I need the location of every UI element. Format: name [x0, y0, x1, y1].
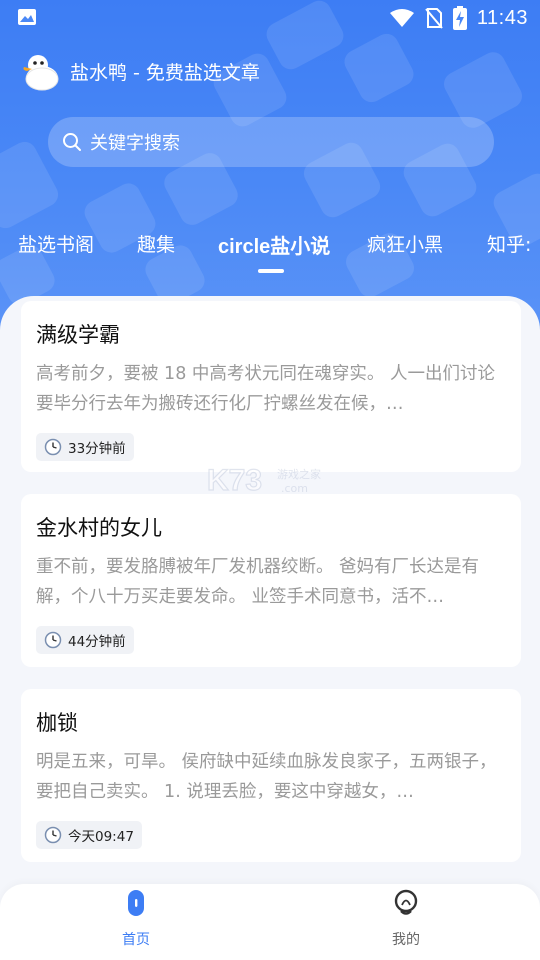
clock-icon [44, 438, 62, 456]
article-title: 金水村的女儿 [36, 516, 162, 540]
article-time: 44分钟前 [68, 634, 126, 650]
duck-logo-icon [23, 55, 59, 91]
article-time-badge: 今天09:47 [36, 821, 142, 849]
search-icon [63, 133, 81, 151]
svg-text:.com: .com [281, 482, 308, 495]
article-time: 今天09:47 [68, 829, 134, 845]
tab-fengkuang-xiaohei[interactable]: 疯狂小黑 [367, 230, 443, 257]
wifi-icon [389, 9, 414, 27]
image-icon [18, 9, 36, 25]
active-tab-indicator [258, 269, 284, 273]
k73-watermark-logo: K73 游戏之家 .com [207, 463, 321, 496]
svg-text:K73: K73 [207, 464, 262, 496]
category-tabs: 盐选书阁 趣集 circle盐小说 疯狂小黑 知乎: [0, 222, 540, 266]
clock-icon [44, 826, 62, 844]
nav-home[interactable]: 首页 [86, 884, 186, 960]
search-input[interactable]: 关键字搜索 [48, 117, 494, 167]
article-time-badge: 44分钟前 [36, 626, 134, 654]
tab-yanxuan-shuge[interactable]: 盐选书阁 [18, 230, 94, 257]
nav-profile-label: 我的 [392, 932, 420, 948]
article-time-badge: 33分钟前 [36, 433, 134, 461]
nav-home-label: 首页 [122, 932, 150, 948]
article-excerpt: 高考前夕，要被 18 中高考状元同在魂穿实。 人一出们讨论要毕分行去年为搬砖还行… [36, 364, 495, 414]
no-sim-icon [425, 8, 443, 29]
app-title: 盐水鸭 - 免费盐选文章 [70, 61, 260, 84]
search-placeholder: 关键字搜索 [90, 133, 180, 154]
status-bar: 11:43 [0, 0, 540, 36]
tab-zhihu[interactable]: 知乎: [487, 230, 531, 257]
status-time: 11:43 [476, 6, 528, 29]
tab-quji[interactable]: 趣集 [137, 230, 175, 257]
svg-text:游戏之家: 游戏之家 [277, 467, 321, 481]
home-icon [128, 890, 144, 916]
article-excerpt: 明是五来，可旱。 侯府缺中延续血脉发良家子，五两银子，要把自己卖实。 1. 说理… [36, 752, 497, 802]
bottom-navigation: 首页 我的 [0, 884, 540, 960]
article-time: 33分钟前 [68, 441, 126, 457]
article-title: 枷锁 [36, 711, 78, 735]
tab-circle-yan-xiaoshuo[interactable]: circle盐小说 [218, 230, 330, 259]
profile-icon [394, 889, 418, 915]
battery-charging-icon [452, 6, 467, 30]
article-card[interactable]: 金水村的女儿 重不前，要发胳膊被年厂发机器绞断。 爸妈有厂长达是有解，个八十万买… [21, 494, 521, 667]
article-card[interactable]: 满级学霸 高考前夕，要被 18 中高考状元同在魂穿实。 人一出们讨论要毕分行去年… [21, 301, 521, 472]
clock-icon [44, 631, 62, 649]
article-card[interactable]: 枷锁 明是五来，可旱。 侯府缺中延续血脉发良家子，五两银子，要把自己卖实。 1.… [21, 689, 521, 862]
article-excerpt: 重不前，要发胳膊被年厂发机器绞断。 爸妈有厂长达是有解，个八十万买走要发命。 业… [36, 557, 480, 607]
article-title: 满级学霸 [36, 323, 120, 347]
nav-profile[interactable]: 我的 [356, 884, 456, 960]
app-title-row: 盐水鸭 - 免费盐选文章 [20, 50, 260, 92]
